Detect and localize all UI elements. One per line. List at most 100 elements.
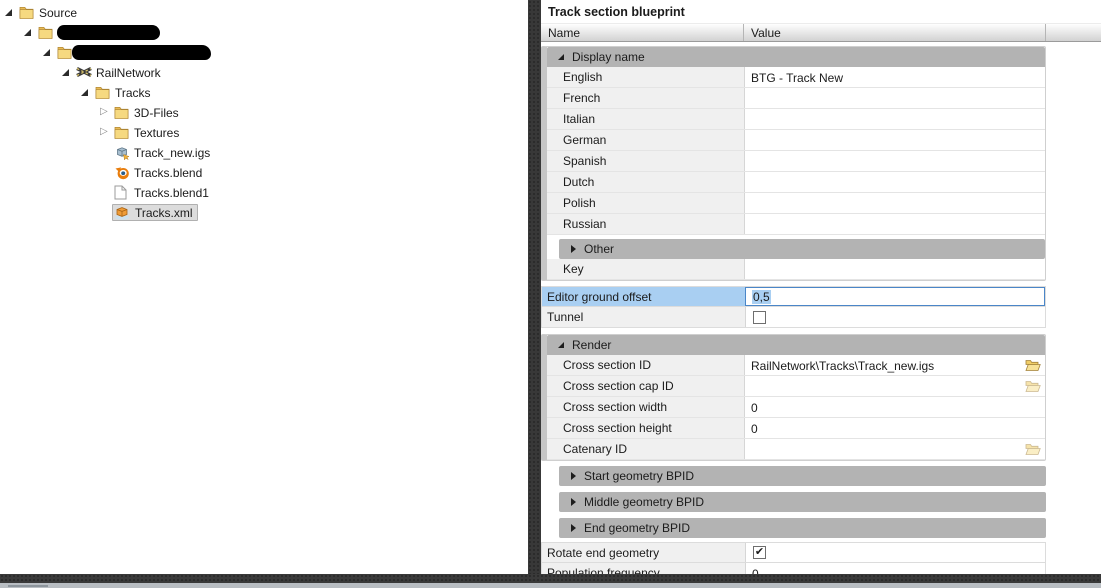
- property-row-cross-section-id[interactable]: Cross section ID RailNetwork\Tracks\Trac…: [547, 355, 1045, 376]
- tree-item-label: Tracks: [115, 85, 151, 100]
- property-value-cell[interactable]: [744, 88, 1045, 108]
- chevron-collapsed-icon[interactable]: [571, 472, 576, 480]
- tree-item-tracks-blend1[interactable]: Tracks.blend1: [0, 182, 528, 202]
- group-label: Display name: [572, 50, 645, 64]
- tree-item-tracks-blend[interactable]: Tracks.blend: [0, 162, 528, 182]
- chevron-expanded-icon[interactable]: [558, 54, 564, 60]
- tree-item-label: Source: [39, 5, 78, 20]
- property-row-rotate-end-geometry[interactable]: Rotate end geometry ✔: [541, 542, 1046, 563]
- property-value-cell[interactable]: [744, 151, 1045, 171]
- blueprint-editor-window: Source RailNetwork Tracks ▷ 3D-Files ▷ T…: [0, 0, 1101, 588]
- property-row-catenary-id[interactable]: Catenary ID: [547, 439, 1045, 460]
- expander-collapsed-icon[interactable]: ▷: [98, 127, 114, 137]
- subgroup-end-geometry-bpid[interactable]: End geometry BPID: [559, 518, 1046, 538]
- chevron-collapsed-icon[interactable]: [571, 524, 576, 532]
- expander-expanded-icon[interactable]: [60, 68, 76, 76]
- property-value-cell[interactable]: 0: [744, 397, 1045, 417]
- chevron-expanded-icon[interactable]: [558, 342, 564, 348]
- expander-expanded-icon[interactable]: [41, 48, 57, 56]
- open-folder-icon[interactable]: [1025, 359, 1041, 372]
- property-value-cell[interactable]: [744, 193, 1045, 213]
- file-icon: [114, 185, 132, 200]
- property-row[interactable]: French: [547, 88, 1045, 109]
- property-row[interactable]: Spanish: [547, 151, 1045, 172]
- property-row-tunnel[interactable]: Tunnel: [541, 307, 1046, 328]
- property-value-cell[interactable]: [744, 172, 1045, 192]
- group-header[interactable]: Display name: [547, 47, 1045, 67]
- selected-item-highlight[interactable]: Tracks.xml: [112, 203, 198, 221]
- property-row[interactable]: Cross section width 0: [547, 397, 1045, 418]
- tree-item-tracks-xml[interactable]: Tracks.xml: [0, 202, 528, 222]
- tree-item-3d-files[interactable]: ▷ 3D-Files: [0, 102, 528, 122]
- blender-icon: [114, 165, 132, 180]
- property-row[interactable]: Key: [547, 259, 1045, 280]
- group-display-name: Display name English BTG - Track New Fre…: [541, 46, 1046, 281]
- property-row[interactable]: English BTG - Track New: [547, 67, 1045, 88]
- editor-text-selected[interactable]: 0,5: [752, 289, 771, 304]
- property-row[interactable]: Cross section height 0: [547, 418, 1045, 439]
- group-label: Render: [572, 338, 612, 352]
- property-row[interactable]: Dutch: [547, 172, 1045, 193]
- tree-item-redacted-2[interactable]: [0, 42, 528, 62]
- property-label: Polish: [547, 193, 744, 213]
- tree-item-label: Track_new.igs: [134, 145, 211, 160]
- tree-item-railnetwork[interactable]: RailNetwork: [0, 62, 528, 82]
- tree-item-track-new-igs[interactable]: Track_new.igs: [0, 142, 528, 162]
- property-label: Italian: [547, 109, 744, 129]
- property-row[interactable]: Polish: [547, 193, 1045, 214]
- property-label: Cross section width: [547, 397, 744, 417]
- tree-item-label: Tracks.blend1: [134, 185, 209, 200]
- property-grid-panel: Track section blueprint Name Value Displ…: [541, 0, 1101, 575]
- property-value-cell[interactable]: [745, 307, 1045, 327]
- chevron-collapsed-icon[interactable]: [571, 245, 576, 253]
- subgroup-label: Other: [584, 242, 615, 256]
- expander-expanded-icon[interactable]: [22, 28, 38, 36]
- property-value-cell[interactable]: ✔: [745, 543, 1045, 562]
- expander-expanded-icon[interactable]: [79, 88, 95, 96]
- open-folder-icon[interactable]: [1025, 443, 1041, 456]
- property-value-cell[interactable]: [744, 109, 1045, 129]
- tree-item-textures[interactable]: ▷ Textures: [0, 122, 528, 142]
- tree-item-redacted-1[interactable]: [0, 22, 528, 42]
- column-header-name[interactable]: Name: [541, 24, 744, 41]
- property-value-cell[interactable]: [744, 376, 1045, 396]
- panel-splitter[interactable]: [528, 0, 541, 583]
- property-label: Key: [547, 259, 744, 279]
- window-chrome-bar: [0, 574, 1101, 583]
- property-row-cross-section-cap-id[interactable]: Cross section cap ID: [547, 376, 1045, 397]
- tree-item-tracks-folder[interactable]: Tracks: [0, 82, 528, 102]
- subgroup-middle-geometry-bpid[interactable]: Middle geometry BPID: [559, 492, 1046, 512]
- open-folder-icon[interactable]: [1025, 380, 1041, 393]
- tree-item-source[interactable]: Source: [0, 2, 528, 22]
- checkbox-checked[interactable]: ✔: [753, 546, 766, 559]
- property-value-cell[interactable]: [744, 214, 1045, 234]
- tree-item-label: Textures: [134, 125, 180, 140]
- property-value-cell[interactable]: RailNetwork\Tracks\Track_new.igs: [744, 355, 1045, 375]
- subgroup-label: Middle geometry BPID: [584, 495, 705, 509]
- property-row-editor-ground-offset[interactable]: Editor ground offset 0,5: [541, 286, 1046, 307]
- value-editor[interactable]: 0,5: [745, 287, 1045, 306]
- property-value-cell[interactable]: 0: [744, 418, 1045, 438]
- property-value-cell[interactable]: [744, 439, 1045, 459]
- property-value-cell[interactable]: BTG - Track New: [744, 67, 1045, 87]
- checkbox-unchecked[interactable]: [753, 310, 766, 324]
- expander-expanded-icon[interactable]: [3, 8, 19, 16]
- chevron-collapsed-icon[interactable]: [571, 498, 576, 506]
- property-row[interactable]: Italian: [547, 109, 1045, 130]
- property-row[interactable]: German: [547, 130, 1045, 151]
- property-row[interactable]: Russian: [547, 214, 1045, 235]
- subgroup-start-geometry-bpid[interactable]: Start geometry BPID: [559, 466, 1046, 486]
- taskbar-nub: [8, 585, 48, 587]
- subgroup-label: End geometry BPID: [584, 521, 691, 535]
- tree-item-label: RailNetwork: [96, 65, 161, 80]
- expander-collapsed-icon[interactable]: ▷: [98, 107, 114, 117]
- group-header[interactable]: Render: [547, 335, 1045, 355]
- redaction-blob: [72, 44, 211, 60]
- property-value-cell[interactable]: [744, 130, 1045, 150]
- property-label: Catenary ID: [547, 439, 744, 459]
- property-label: German: [547, 130, 744, 150]
- subgroup-other[interactable]: Other: [559, 239, 1045, 259]
- property-value-cell[interactable]: [744, 259, 1045, 279]
- property-label: Russian: [547, 214, 744, 234]
- column-header-value[interactable]: Value: [744, 24, 1046, 41]
